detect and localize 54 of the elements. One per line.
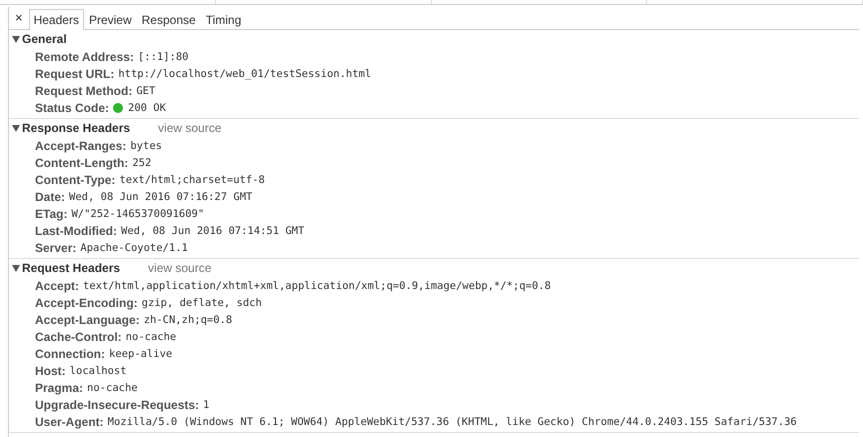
header-name: Content-Length: (35, 156, 128, 170)
header-value: http://localhost/web_01/testSession.html (118, 68, 372, 80)
section-title[interactable]: General (22, 32, 67, 46)
header-name: Request URL: (35, 66, 114, 80)
header-value: Wed, 08 Jun 2016 07:16:27 GMT (69, 190, 252, 202)
header-value: zh-CN,zh;q=0.8 (144, 314, 232, 326)
header-value: bytes (130, 140, 162, 152)
header-name: Accept-Language: (35, 312, 140, 326)
header-name: Server: (35, 240, 76, 254)
header-value: no-cache (126, 330, 176, 342)
triangle-down-icon[interactable] (12, 264, 20, 272)
header-name: Connection: (35, 346, 105, 360)
section-title[interactable]: Request Headers (22, 261, 120, 275)
header-name: User-Agent: (35, 414, 104, 428)
header-value: localhost (70, 364, 127, 376)
header-name: Accept-Encoding: (35, 296, 138, 310)
header-value: Mozilla/5.0 (Windows NT 6.1; WOW64) AppleWebKit/537.36 (KHTML, like Gecko) Chrome/44.0.2403.155 Safari/537.36 (108, 416, 797, 428)
header-value: 200 OK (128, 102, 166, 114)
header-name: Cache-Control: (35, 330, 122, 344)
header-name: Upgrade-Insecure-Requests: (35, 398, 200, 412)
header-name: Date: (35, 190, 66, 204)
header-value: text/html,application/xhtml+xml,application/xml;q=0.9,image/webp,*/*;q=0.8 (83, 280, 551, 292)
header-value: text/html;charset=utf-8 (119, 174, 265, 186)
section-title[interactable]: Response Headers (22, 121, 130, 135)
header-value: Apache-Coyote/1.1 (80, 242, 188, 254)
header-name: Pragma: (35, 380, 84, 394)
triangle-down-icon[interactable] (12, 124, 20, 132)
tab[interactable]: Response (136, 9, 201, 30)
header-name: Remote Address: (35, 50, 134, 64)
status-dot-icon (113, 102, 124, 112)
triangle-down-icon[interactable] (12, 36, 20, 42)
header-name: Accept-Ranges: (35, 138, 126, 152)
header-value: 1 (203, 398, 210, 410)
close-button[interactable]: × (11, 10, 29, 29)
header-value: [::1]:80 (138, 50, 188, 62)
header-name: Content-Type: (35, 172, 116, 186)
header-value: 252 (132, 156, 152, 168)
view-source-link[interactable]: view source (158, 121, 222, 135)
header-name: Host: (35, 364, 66, 378)
tab[interactable]: Headers (28, 9, 84, 30)
header-name: Accept: (35, 278, 80, 292)
tab[interactable]: Preview (84, 9, 137, 30)
header-value: GET (136, 84, 156, 96)
tab[interactable]: Timing (200, 9, 246, 30)
header-name: Status Code: (35, 100, 110, 114)
header-value: keep-alive (109, 348, 172, 360)
header-name: Request Method: (35, 84, 132, 98)
header-name: Last-Modified: (35, 224, 117, 238)
header-name: ETag: (35, 206, 68, 220)
header-value: Wed, 08 Jun 2016 07:14:51 GMT (121, 224, 304, 236)
view-source-link[interactable]: view source (148, 261, 212, 275)
header-value: W/"252-1465370091609" (71, 208, 204, 220)
header-value: no-cache (87, 382, 138, 394)
header-value: gzip, deflate, sdch (142, 296, 262, 308)
